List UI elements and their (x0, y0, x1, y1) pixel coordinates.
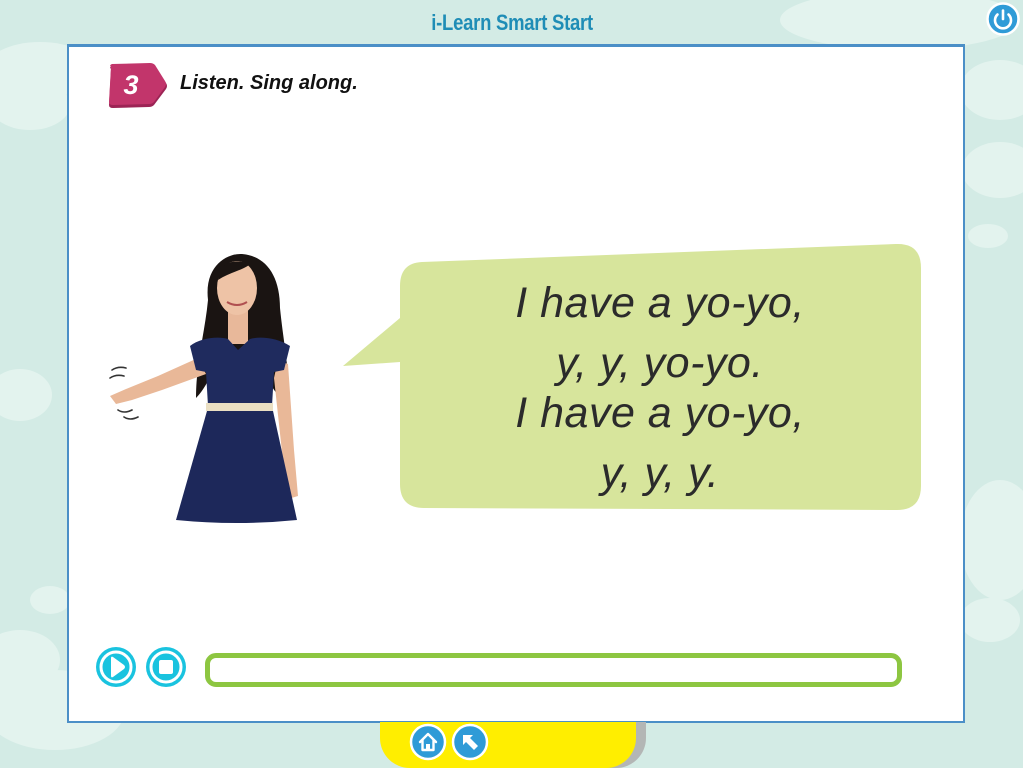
stop-icon (159, 660, 173, 674)
play-button[interactable] (95, 646, 137, 688)
singer-dress-skirt (176, 411, 297, 523)
power-icon[interactable] (986, 2, 1020, 36)
app-title: i-Learn Smart Start (431, 10, 593, 35)
home-button[interactable] (409, 723, 447, 761)
lyric-line-4: y, y, y. (600, 449, 720, 497)
lyric-line-1: I have a yo-yo, (515, 279, 805, 327)
back-button[interactable] (451, 723, 489, 761)
audio-progress-bar[interactable] (205, 653, 902, 687)
lyric-line-3: I have a yo-yo, (515, 389, 805, 437)
singer-arm-left (110, 358, 206, 404)
singer-photo (109, 253, 298, 523)
instruction-text: Listen. Sing along. (180, 72, 358, 94)
singer-belt (206, 403, 273, 411)
stop-button[interactable] (145, 646, 187, 688)
exercise-number: 3 (123, 70, 139, 100)
lyric-line-2: y, y, yo-yo. (556, 339, 764, 387)
